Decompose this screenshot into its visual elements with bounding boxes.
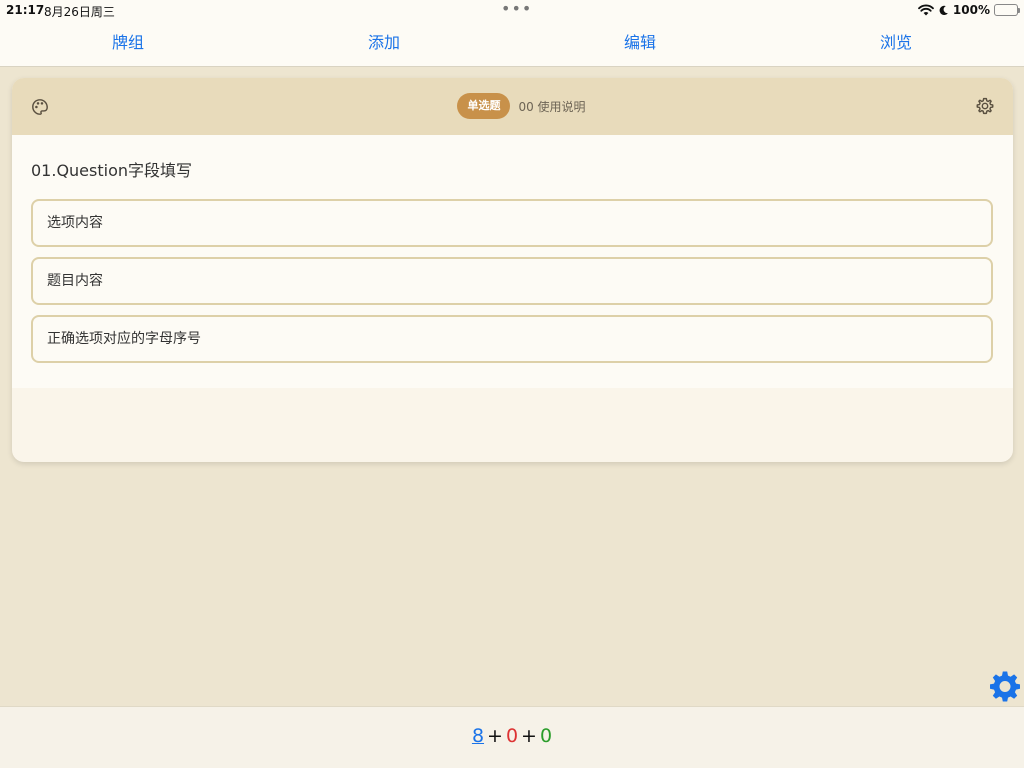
battery-icon (994, 4, 1020, 16)
plus-sign: + (487, 725, 503, 747)
deck-title: 00 使用说明 (518, 99, 586, 114)
review-count[interactable]: 0 (540, 725, 552, 747)
card-header: 单选题 00 使用说明 (12, 78, 1013, 135)
card-body: 01.Question字段填写 选项内容 题目内容 正确选项对应的字母序号 (12, 135, 1013, 388)
question-title: 01.Question字段填写 (31, 161, 193, 180)
study-counts: 8 +0 +0 (0, 725, 1024, 747)
nav-browse[interactable]: 浏览 (768, 28, 1024, 58)
multitasking-dots-icon[interactable]: ••• (501, 1, 532, 17)
nav-decks[interactable]: 牌组 (0, 28, 256, 58)
status-date: 8月26日周三 (44, 5, 115, 19)
wifi-icon (918, 4, 934, 16)
field-question[interactable]: 题目内容 (31, 257, 993, 305)
status-time: 21:17 (6, 3, 45, 17)
status-bar: 21:17 8月26日周三 ••• 100% (0, 0, 1024, 20)
battery-percent: 100% (952, 3, 990, 17)
new-count[interactable]: 8 (472, 725, 484, 747)
top-bar: 21:17 8月26日周三 ••• 100% 牌组 添加 编辑 浏览 (0, 0, 1024, 67)
floating-gear-icon[interactable] (989, 670, 1021, 702)
field-answer-letter[interactable]: 正确选项对应的字母序号 (31, 315, 993, 363)
moon-icon (939, 5, 948, 15)
note-type-badge[interactable]: 单选题 (457, 93, 511, 119)
bottom-bar: 8 +0 +0 (0, 706, 1024, 768)
learning-count[interactable]: 0 (506, 725, 518, 747)
top-navigation: 牌组 添加 编辑 浏览 (0, 28, 1024, 58)
header-center: 单选题 00 使用说明 (12, 93, 1013, 119)
plus-sign: + (521, 725, 537, 747)
field-options[interactable]: 选项内容 (31, 199, 993, 247)
gear-icon[interactable] (976, 97, 994, 115)
status-indicators: 100% (918, 2, 1020, 18)
nav-edit[interactable]: 编辑 (512, 28, 768, 58)
question-card: 单选题 00 使用说明 01.Question字段填写 选项内容 题目内容 正确… (12, 78, 1013, 462)
nav-add[interactable]: 添加 (256, 28, 512, 58)
